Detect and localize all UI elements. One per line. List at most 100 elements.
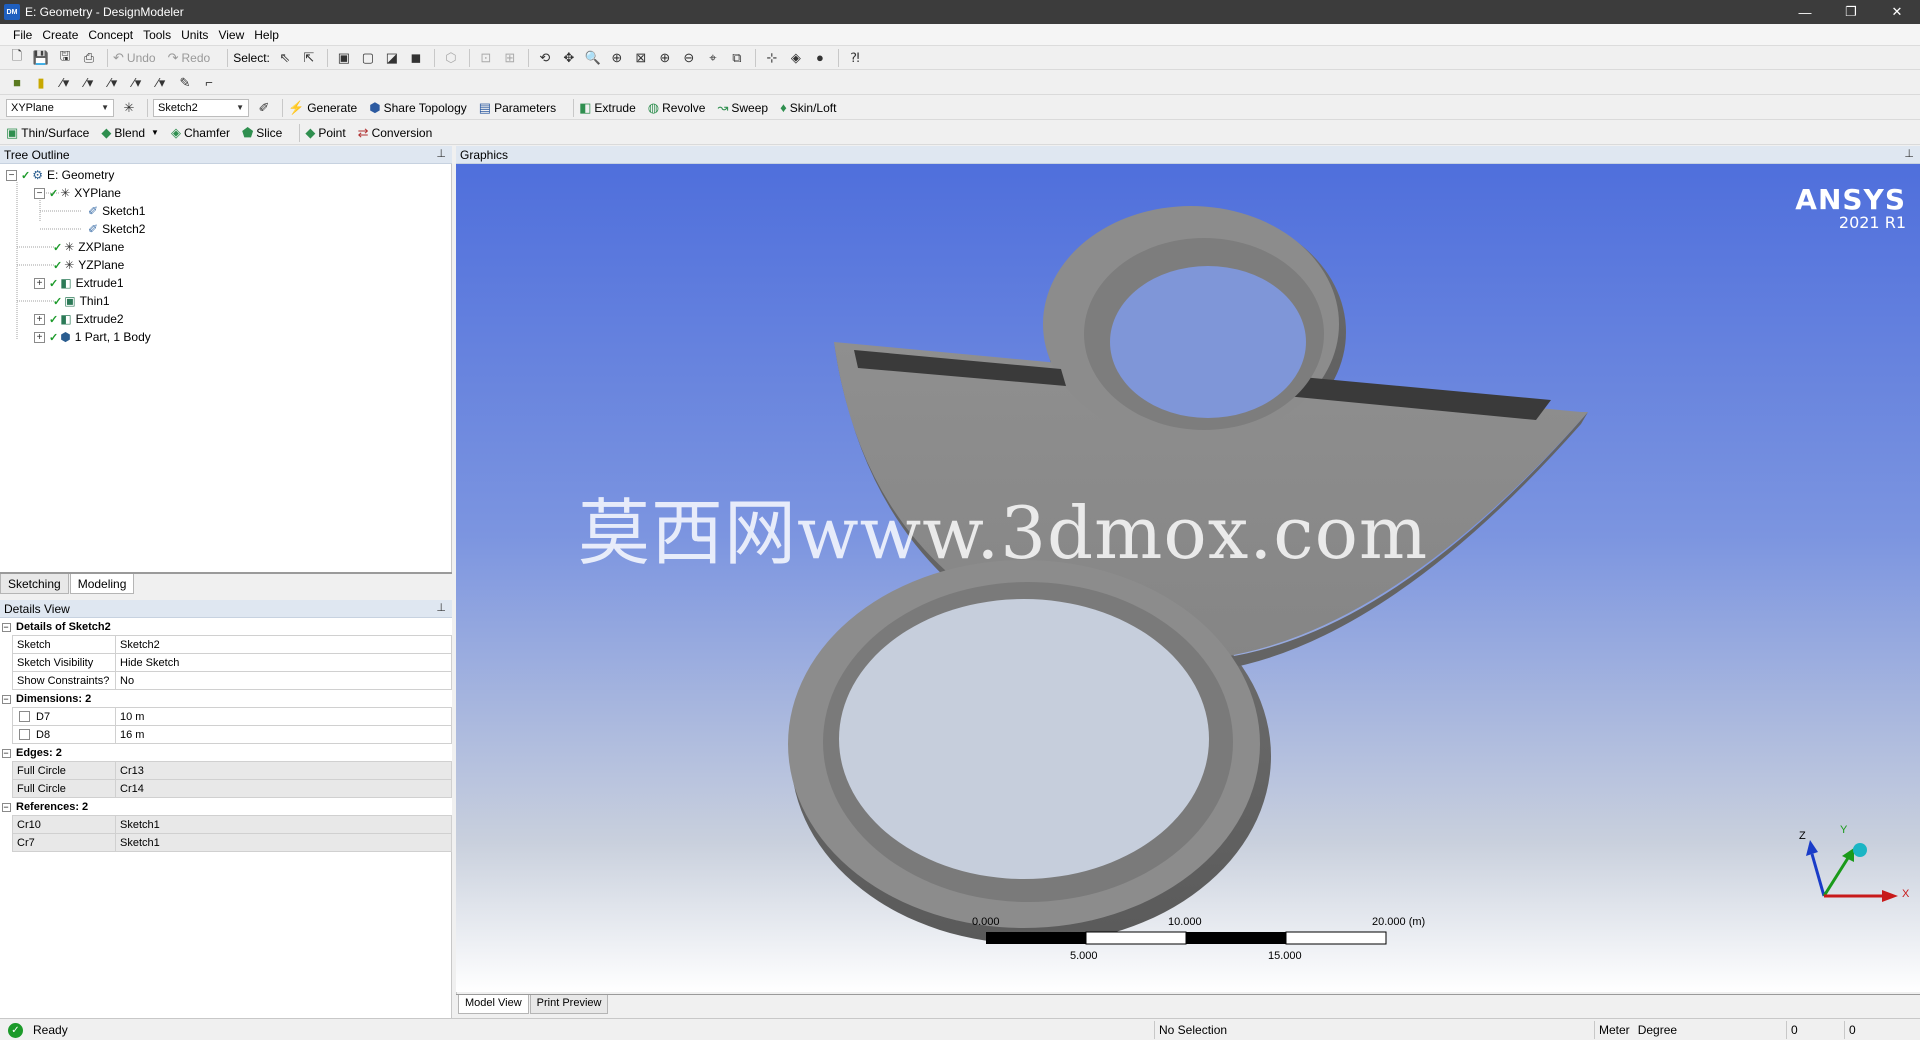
tree-item-sketch1[interactable]: ✐ Sketch1 <box>88 202 145 220</box>
select-face-icon[interactable]: ◪ <box>381 48 403 68</box>
menu-tools[interactable]: Tools <box>138 28 176 42</box>
pin-icon[interactable]: ⊥ <box>436 147 446 160</box>
pin-icon[interactable]: ⊥ <box>1904 147 1914 160</box>
skin-loft-button[interactable]: ♦ Skin/Loft <box>780 100 836 115</box>
details-row[interactable]: Cr10 Sketch1 <box>0 816 452 834</box>
face-color-icon[interactable]: ■ <box>6 73 28 93</box>
tab-model-view[interactable]: Model View <box>458 995 529 1014</box>
help-icon[interactable]: ⁈ <box>844 48 866 68</box>
details-row[interactable]: Show Constraints? No <box>0 672 452 690</box>
thin-surface-button[interactable]: ▣ Thin/Surface <box>6 125 89 141</box>
details-row[interactable]: Cr7 Sketch1 <box>0 834 452 852</box>
zoom-box-icon[interactable]: ⊕ <box>606 48 628 68</box>
tree-item-xyplane[interactable]: − ✓ ✳ XYPlane <box>34 184 121 202</box>
tree-item-thin1[interactable]: ✓ ▣ Thin1 <box>53 292 110 310</box>
details-row[interactable]: Full Circle Cr13 <box>0 762 452 780</box>
new-icon[interactable]: 🗋 <box>6 48 28 68</box>
parameter-checkbox[interactable] <box>19 729 30 740</box>
select-filter-icon[interactable]: ⇱ <box>298 48 320 68</box>
details-group-dimensions[interactable]: − Dimensions: 2 <box>0 690 452 708</box>
tree-item-extrude2[interactable]: + ✓ ◧ Extrude2 <box>34 310 124 328</box>
mark-tool-icon[interactable]: ⌐ <box>198 73 220 93</box>
details-row[interactable]: D8 16 m <box>0 726 452 744</box>
expand-icon[interactable]: + <box>34 331 45 343</box>
share-topology-button[interactable]: ⬢ Share Topology <box>369 100 467 116</box>
details-group-main[interactable]: − Details of Sketch2 <box>0 618 452 636</box>
zoom-in-icon[interactable]: ⊕ <box>654 48 676 68</box>
line-style-4-icon[interactable]: ⁄▾ <box>126 73 148 93</box>
menu-file[interactable]: File <box>8 28 37 42</box>
collapse-icon[interactable]: − <box>1 694 11 704</box>
edge-color-icon[interactable]: ▮ <box>30 73 52 93</box>
tree-item-zxplane[interactable]: ✓ ✳ ZXPlane <box>53 238 124 256</box>
line-style-1-icon[interactable]: ⁄▾ <box>54 73 76 93</box>
select-body-icon[interactable]: ◼ <box>405 48 427 68</box>
chamfer-button[interactable]: ◈ Chamfer <box>171 125 230 141</box>
triad-icon[interactable]: ⊹ <box>761 48 783 68</box>
details-group-edges[interactable]: − Edges: 2 <box>0 744 452 762</box>
select-mode-icon[interactable]: ⇖ <box>274 48 296 68</box>
revolve-button[interactable]: ◍ Revolve <box>648 100 706 116</box>
collapse-icon[interactable]: − <box>1 748 11 758</box>
menu-concept[interactable]: Concept <box>83 28 138 42</box>
close-icon[interactable]: ✕ <box>1874 0 1920 24</box>
details-value[interactable]: 16 m <box>116 726 452 744</box>
line-style-3-icon[interactable]: ⁄▾ <box>102 73 124 93</box>
save-as-icon[interactable]: 🖫 <box>54 48 76 68</box>
status-units[interactable]: Meter Degree <box>1594 1021 1786 1039</box>
parameter-checkbox[interactable] <box>19 711 30 722</box>
zoom-fit-icon[interactable]: ⊠ <box>630 48 652 68</box>
pan-icon[interactable]: ✥ <box>558 48 580 68</box>
sketch-combo[interactable]: Sketch2 ▼ <box>153 98 249 117</box>
conversion-button[interactable]: ⇄ Conversion <box>358 125 433 141</box>
menu-view[interactable]: View <box>213 28 249 42</box>
tree-item-sketch2[interactable]: ✐ Sketch2 <box>88 220 145 238</box>
tree-item-yzplane[interactable]: ✓ ✳ YZPlane <box>53 256 124 274</box>
generate-button[interactable]: ⚡ Generate <box>288 100 357 116</box>
zoom-icon[interactable]: 🔍 <box>582 48 604 68</box>
details-value[interactable]: 10 m <box>116 708 452 726</box>
zoom-out-icon[interactable]: ⊖ <box>678 48 700 68</box>
point-button[interactable]: ◆ Point <box>305 125 345 141</box>
tab-sketching[interactable]: Sketching <box>0 574 69 594</box>
pin-tool-icon[interactable]: ✎ <box>174 73 196 93</box>
new-sketch-icon[interactable]: ✐ <box>253 98 275 118</box>
details-row[interactable]: Sketch Sketch2 <box>0 636 452 654</box>
expand-icon[interactable]: + <box>34 313 45 325</box>
pin-icon[interactable]: ⊥ <box>436 601 446 614</box>
tree-item-parts[interactable]: + ✓ ⬢ 1 Part, 1 Body <box>34 328 151 346</box>
sweep-button[interactable]: ↝ Sweep <box>717 100 768 116</box>
box-select-icon[interactable]: ⊡ <box>475 48 497 68</box>
graphics-viewport[interactable]: ANSYS 2021 R1 莫西网www.3dmox.com 0.000 10.… <box>456 164 1920 992</box>
details-row[interactable]: Full Circle Cr14 <box>0 780 452 798</box>
details-row[interactable]: Sketch Visibility Hide Sketch <box>0 654 452 672</box>
collapse-icon[interactable]: − <box>6 169 17 181</box>
restore-icon[interactable]: ❐ <box>1828 0 1874 24</box>
undo-button[interactable]: ↶ Undo <box>113 50 156 66</box>
display-model-icon[interactable]: ◈ <box>785 48 807 68</box>
redo-button[interactable]: ↷ Redo <box>168 50 211 66</box>
select-point-icon[interactable]: ▣ <box>333 48 355 68</box>
iso-view-icon[interactable]: ⌖ <box>702 48 724 68</box>
details-row[interactable]: D7 10 m <box>0 708 452 726</box>
collapse-icon[interactable]: − <box>1 802 11 812</box>
details-group-references[interactable]: − References: 2 <box>0 798 452 816</box>
save-icon[interactable]: 💾 <box>30 48 52 68</box>
export-icon[interactable]: ⎙ <box>78 48 100 68</box>
menu-units[interactable]: Units <box>176 28 213 42</box>
details-value[interactable]: Sketch2 <box>116 636 452 654</box>
new-plane-icon[interactable]: ✳ <box>118 98 140 118</box>
blend-button[interactable]: ◆ Blend ▼ <box>101 125 159 141</box>
collapse-icon[interactable]: − <box>1 622 11 632</box>
parameters-button[interactable]: ▤ Parameters <box>479 100 556 116</box>
extend-selection-icon[interactable]: ⬡ <box>440 48 462 68</box>
tree-item-extrude1[interactable]: + ✓ ◧ Extrude1 <box>34 274 124 292</box>
line-style-5-icon[interactable]: ⁄▾ <box>150 73 172 93</box>
line-style-2-icon[interactable]: ⁄▾ <box>78 73 100 93</box>
tree-item-geometry[interactable]: − ✓ ⚙ E: Geometry <box>6 166 114 184</box>
menu-create[interactable]: Create <box>37 28 83 42</box>
plane-combo[interactable]: XYPlane ▼ <box>6 98 114 117</box>
extrude-button[interactable]: ◧ Extrude <box>579 100 636 116</box>
minimize-icon[interactable]: — <box>1782 0 1828 24</box>
slice-button[interactable]: ⬟ Slice <box>242 125 282 141</box>
